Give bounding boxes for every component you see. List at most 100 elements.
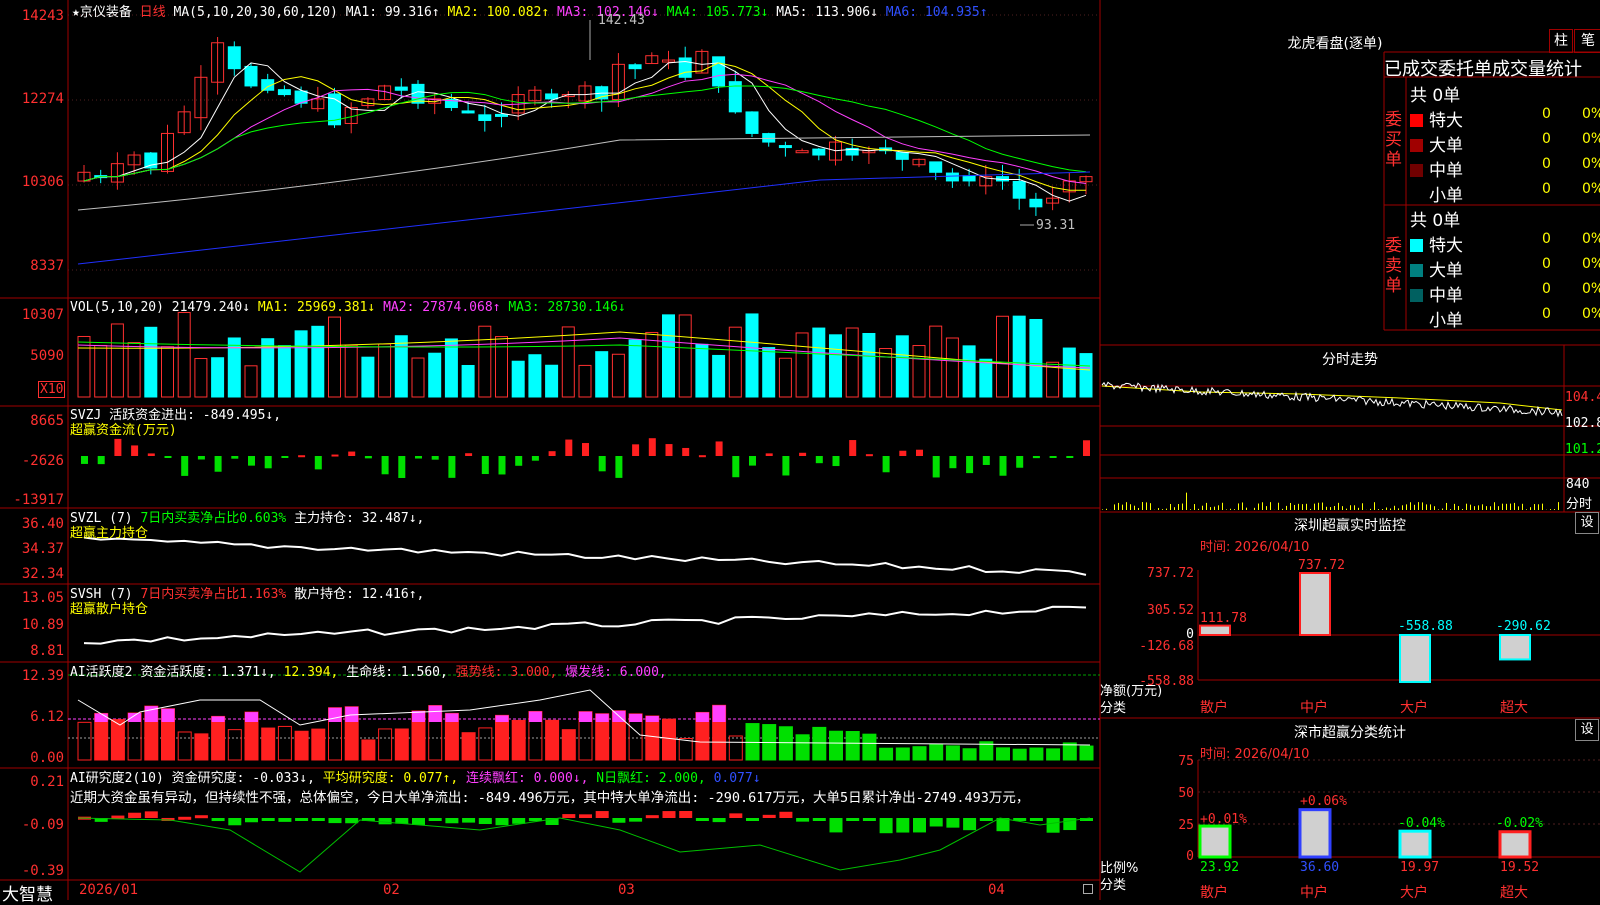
intraday-volume-bar: [1186, 493, 1187, 510]
candle-body: [1030, 199, 1042, 207]
activity-bar: [262, 728, 275, 760]
candle-body: [896, 153, 908, 160]
buy-row: 小单00%: [1410, 181, 1600, 205]
price-axis-label: 14243: [0, 8, 64, 24]
volume-bar: [713, 355, 725, 397]
intraday-volume-bar: [1294, 505, 1295, 510]
research-bar: [412, 818, 425, 825]
row-value: 0: [1542, 106, 1551, 122]
activity-bar: [278, 726, 291, 760]
main-chart-canvas[interactable]: [0, 0, 1600, 900]
activity-bar-peak: [329, 708, 342, 722]
intraday-volume-bar: [1378, 509, 1379, 510]
research-bar: [178, 817, 191, 820]
row-pct: 0%: [1582, 306, 1600, 322]
classify-time: 时间: 2026/04/10: [1200, 743, 1309, 762]
intraday-volume-bar: [1370, 509, 1371, 510]
monitor-category: 中户: [1300, 697, 1328, 717]
svzj-axis-label: -2626: [0, 453, 64, 469]
sell-total: 共 0单: [1410, 206, 1460, 231]
flow-bar: [1066, 456, 1073, 458]
intraday-volume-bar: [1342, 506, 1343, 510]
volume-bar: [612, 354, 624, 397]
svzl-sub: 超赢主力持仓: [70, 522, 148, 541]
volume-bar: [228, 338, 240, 397]
ai1-a: 资金活跃度: 1.371↓,: [140, 665, 275, 680]
activity-bar-peak: [429, 706, 442, 722]
volume-bar: [863, 333, 875, 397]
bar-view-button[interactable]: 柱: [1549, 29, 1573, 53]
period-label[interactable]: 日线: [140, 5, 166, 20]
buy-color-swatch: [1410, 164, 1423, 177]
svzj-axis-label: 8665: [0, 413, 64, 429]
intraday-volume-bar: [1206, 503, 1207, 510]
activity-bar-peak: [245, 712, 258, 722]
volume-bar: [395, 336, 407, 397]
volume-bar: [546, 365, 558, 397]
activity-bar-peak: [162, 709, 175, 722]
intraday-volume-bar: [1358, 508, 1359, 510]
tick-view-button[interactable]: 笔: [1574, 29, 1600, 53]
sell-row: 中单00%: [1410, 281, 1600, 305]
longhu-title: 龙虎看盘(逐单): [1260, 33, 1410, 53]
monitor-axis: 737.72: [1130, 566, 1194, 581]
intraday-volume-bar: [1430, 504, 1431, 510]
row-label: 中单: [1429, 286, 1463, 306]
candle-body: [1013, 181, 1025, 198]
research-bar: [228, 818, 241, 825]
intraday-volume-bar: [1266, 506, 1267, 510]
activity-bar: [379, 729, 392, 760]
price-axis-label: 8337: [0, 258, 64, 274]
lock-icon[interactable]: [1083, 884, 1093, 894]
svzl-axis-label: 32.34: [0, 566, 64, 582]
row-pct: 0%: [1582, 106, 1600, 122]
classify-change: -0.04%: [1398, 816, 1445, 831]
intraday-volume-bar: [1554, 509, 1555, 510]
volume-bar: [830, 335, 842, 397]
research-bar: [1047, 818, 1060, 833]
activity-bar-peak: [445, 713, 458, 722]
research-bar: [596, 811, 609, 818]
research-bar: [729, 813, 742, 818]
svsh-sub: 超赢散户持仓: [70, 598, 148, 617]
research-bar: [562, 814, 575, 818]
intraday-volume-bar: [1434, 506, 1435, 510]
research-bar: [880, 818, 893, 833]
intraday-axis: 104.4: [1565, 390, 1600, 405]
vol-axis-label: 10307: [0, 307, 64, 323]
candle-body: [546, 94, 558, 99]
research-bar: [512, 818, 525, 824]
intraday-volume-bar: [1330, 507, 1331, 510]
intraday-volume-bar: [1490, 506, 1491, 510]
intraday-volume-bar: [1354, 505, 1355, 510]
row-label: 大单: [1429, 136, 1463, 156]
research-bar: [663, 811, 676, 818]
intraday-volume-bar: [1466, 504, 1467, 510]
activity-bar: [228, 730, 241, 760]
flow-bar: [398, 456, 405, 478]
intraday-volume-bar: [1346, 509, 1347, 510]
research-bar: [779, 812, 792, 818]
candle-body: [796, 151, 808, 153]
intraday-volume-bar: [1390, 509, 1391, 510]
activity-bar-peak: [713, 705, 726, 722]
row-pct: 0%: [1582, 181, 1600, 197]
classify-category: 大户: [1400, 882, 1428, 902]
svsh-desc2: 散户持仓: 12.416↑,: [294, 587, 424, 602]
activity-bar: [295, 731, 308, 760]
longhu-tab-title[interactable]: 已成交委托单成交量统计: [1384, 55, 1582, 81]
monitor-settings-button[interactable]: 设: [1575, 512, 1599, 534]
price-low-annotation: 93.31: [1036, 218, 1075, 233]
intraday-volume-bar: [1486, 506, 1487, 510]
classify-settings-button[interactable]: 设: [1575, 719, 1599, 741]
flow-bar: [448, 456, 455, 478]
volume-bar: [946, 338, 958, 397]
volume-bar: [445, 339, 457, 397]
activity-bar-peak: [596, 714, 609, 722]
activity-bar: [212, 716, 225, 760]
vol-label: VOL(5,10,20): [70, 300, 164, 315]
activity-bar: [1030, 748, 1043, 760]
monitor-category: 大户: [1400, 697, 1428, 717]
activity-bar: [1013, 749, 1026, 760]
intraday-volume-bar: [1402, 505, 1403, 510]
